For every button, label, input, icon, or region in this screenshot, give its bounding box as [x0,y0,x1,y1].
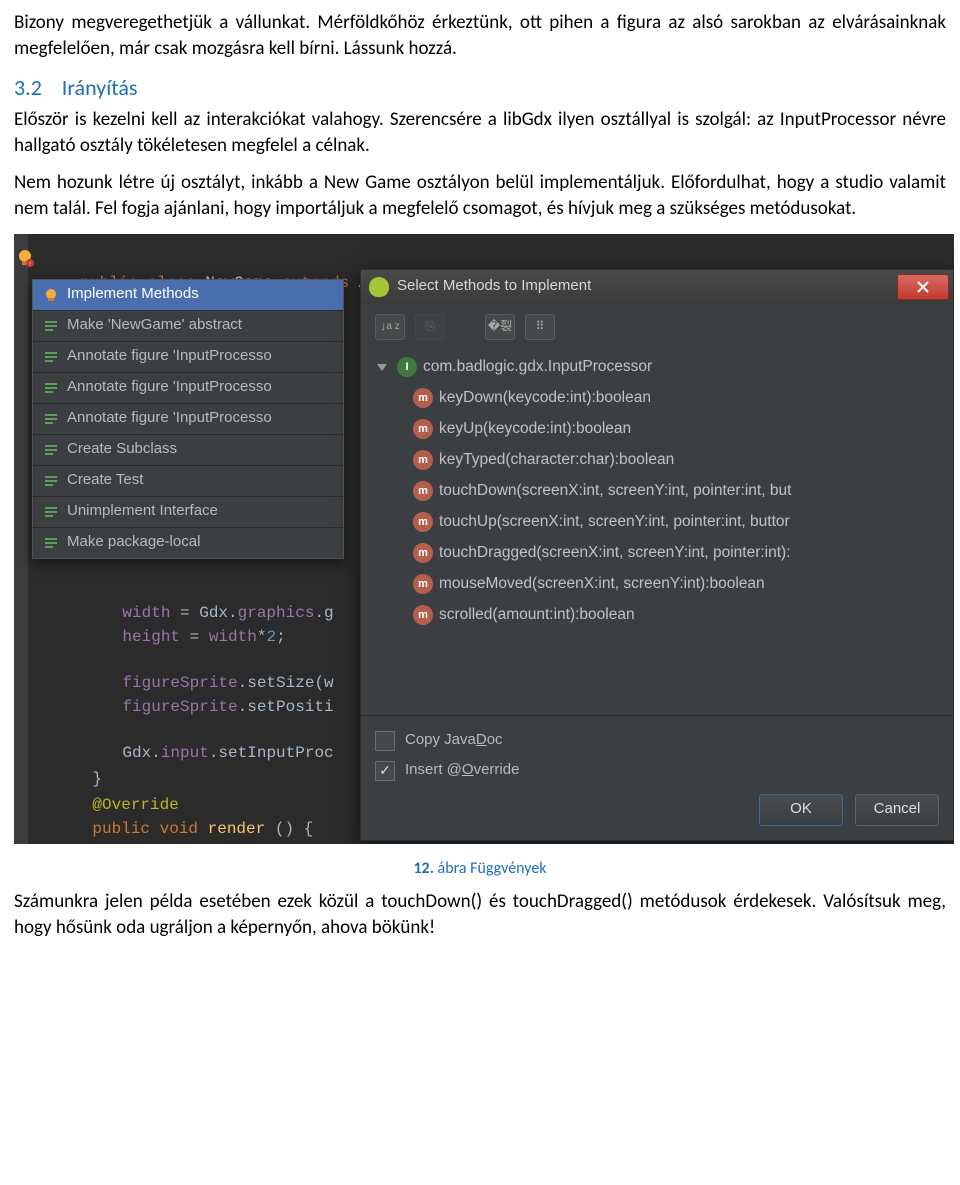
section-heading: 3.2 Irányítás [14,73,946,103]
intention-item[interactable]: Annotate figure 'InputProcesso [33,342,343,373]
intention-icon [43,535,59,551]
intention-icon [43,442,59,458]
editor-gutter [14,234,28,844]
expand-all-button[interactable]: �裂 [485,314,515,340]
close-icon [916,280,930,294]
tree-method-item[interactable]: m touchDown(screenX:int, screenY:int, poi… [371,476,953,507]
code-line: Gdx.gl.glClearColor(1, [84,822,334,844]
select-methods-dialog: Select Methods to Implement ↓a z ⎘ �裂 ⠿ … [360,269,954,841]
collapse-all-button[interactable]: ⠿ [525,314,555,340]
toolbar-button[interactable]: ⎘ [415,314,445,340]
bulb-icon [43,287,59,303]
copy-javadoc-label: Copy JavaDoc [405,730,503,750]
intention-label: Unimplement Interface [67,501,218,521]
paragraph-3: Nem hozunk létre új osztályt, inkább a N… [14,170,946,221]
svg-text:!: ! [28,261,32,268]
intention-icon [43,380,59,396]
tree-method-item[interactable]: m keyDown(keycode:int):boolean [371,383,953,414]
intention-icon [43,318,59,334]
method-tree[interactable]: I com.badlogic.gdx.InputProcessor mkeyDo… [371,352,953,730]
paragraph-2: Először is kezelni kell az interakciókat… [14,107,946,158]
tree-method-label: touchDown(screenX:int, screenY:int, poin… [439,481,791,502]
tree-method-label: keyDown(keycode:int):boolean [439,388,651,409]
intention-icon [43,411,59,427]
intention-icon [43,473,59,489]
ide-screenshot: ! public class NewGame extends Applicati… [14,234,954,844]
paragraph-1: Bizony megveregethetjük a vállunkat. Mér… [14,10,946,61]
dialog-title: Select Methods to Implement [397,276,889,296]
intention-icon [43,504,59,520]
method-badge-icon: m [413,574,433,594]
method-badge-icon: m [413,388,433,408]
method-badge-icon: m [413,481,433,501]
intention-item[interactable]: Make 'NewGame' abstract [33,311,343,342]
tree-method-label: mouseMoved(screenX:int, screenY:int):boo… [439,574,765,595]
insert-override-label: Insert @Override [405,760,519,780]
intention-label: Make package-local [67,532,200,552]
method-badge-icon: m [413,419,433,439]
intention-item[interactable]: Annotate figure 'InputProcesso [33,404,343,435]
cancel-button[interactable]: Cancel [855,794,939,826]
intention-item[interactable]: Make package-local [33,528,343,558]
dialog-bottom: Copy JavaDoc ✓ Insert @Override OK Cance… [361,715,953,840]
dialog-toolbar: ↓a z ⎘ �裂 ⠿ [361,304,953,346]
android-studio-icon [369,277,389,297]
chevron-down-icon [377,364,387,371]
method-badge-icon: m [413,543,433,563]
close-button[interactable] [897,274,949,300]
tree-method-label: touchUp(screenX:int, screenY:int, pointe… [439,512,790,533]
tree-method-label: keyTyped(character:char):boolean [439,450,674,471]
tree-root-label: com.badlogic.gdx.InputProcessor [423,357,652,378]
method-badge-icon: m [413,605,433,625]
intention-icon [43,349,59,365]
intention-label: Create Subclass [67,439,177,459]
section-number: 3.2 [14,74,42,101]
copy-javadoc-checkbox[interactable] [375,731,395,751]
intention-label: Annotate figure 'InputProcesso [67,377,272,397]
intention-popup: Implement Methods Make 'NewGame' abstract… [32,279,344,559]
figure-caption: 12. ábra Függvények [14,858,946,880]
insert-override-checkbox[interactable]: ✓ [375,761,395,781]
dialog-titlebar[interactable]: Select Methods to Implement [361,270,953,304]
sort-alpha-button[interactable]: ↓a z [375,314,405,340]
tree-method-label: touchDragged(screenX:int, screenY:int, p… [439,543,791,564]
intention-label: Annotate figure 'InputProcesso [67,346,272,366]
tree-method-label: scrolled(amount:int):boolean [439,605,635,626]
intention-item[interactable]: Implement Methods [33,280,343,311]
intention-item[interactable]: Create Test [33,466,343,497]
tree-method-item[interactable]: m mouseMoved(screenX:int, screenY:int):bo… [371,569,953,600]
tree-method-item[interactable]: m touchDragged(screenX:int, screenY:int, … [371,538,953,569]
intention-label: Create Test [67,470,143,490]
intention-label: Annotate figure 'InputProcesso [67,408,272,428]
intention-item[interactable]: Create Subclass [33,435,343,466]
intention-label: Make 'NewGame' abstract [67,315,242,335]
paragraph-4: Számunkra jelen példa esetében ezek közü… [14,889,946,940]
intention-item[interactable]: Annotate figure 'InputProcesso [33,373,343,404]
method-badge-icon: m [413,450,433,470]
tree-method-item[interactable]: m keyUp(keycode:int):boolean [371,414,953,445]
intention-label: Implement Methods [67,284,199,304]
ok-button[interactable]: OK [759,794,843,826]
intention-bulb-icon[interactable]: ! [15,248,35,268]
tree-root[interactable]: I com.badlogic.gdx.InputProcessor [371,352,953,383]
tree-method-item[interactable]: m scrolled(amount:int):boolean [371,600,953,631]
tree-method-item[interactable]: m keyTyped(character:char):boolean [371,445,953,476]
tree-method-label: keyUp(keycode:int):boolean [439,419,631,440]
intention-item[interactable]: Unimplement Interface [33,497,343,528]
method-badge-icon: m [413,512,433,532]
section-title-text: Irányítás [62,74,138,101]
interface-badge-icon: I [397,357,417,377]
tree-method-item[interactable]: m touchUp(screenX:int, screenY:int, point… [371,507,953,538]
